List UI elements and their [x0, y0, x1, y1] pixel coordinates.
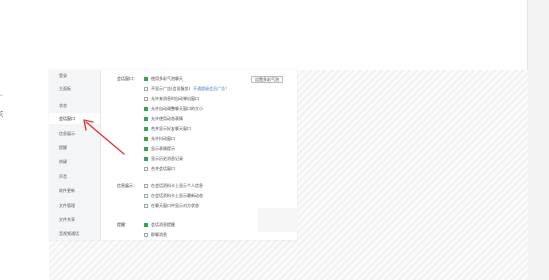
vip-link[interactable]: 开通超级会员广告？ — [193, 86, 229, 91]
page-scrollbar[interactable] — [527, 0, 549, 280]
checkbox-checked[interactable] — [144, 116, 148, 121]
option-row[interactable]: 在聊天窗口中显示对方状态 — [144, 203, 199, 209]
option-row[interactable]: 会话消息提醒 — [144, 222, 175, 228]
checkbox-checked[interactable] — [144, 76, 148, 81]
checkbox-unchecked[interactable] — [144, 183, 148, 188]
option-row[interactable]: 合并显示好友聊天窗口 — [144, 126, 191, 132]
sidebar-item-sound[interactable]: 声音 — [49, 171, 100, 182]
annotation-arrow-icon — [83, 119, 125, 155]
option-row[interactable]: 不显示广告(会员服务) 开通超级会员广告？ — [144, 86, 229, 92]
checkbox-unchecked[interactable] — [144, 203, 148, 208]
sidebar-item-file-management[interactable]: 文件管理 — [49, 200, 100, 211]
section-label-info: 信息展示： — [117, 183, 137, 188]
empty-area — [296, 70, 528, 280]
set-bubble-button[interactable]: 设置多彩气泡 — [251, 76, 283, 83]
empty-area-bottom — [49, 240, 297, 280]
option-row[interactable]: 在会话资料卡上显示最新动态 — [144, 193, 203, 199]
option-row[interactable]: 使用多彩气泡聊天 — [144, 76, 183, 82]
edge-text: ξ — [0, 111, 4, 118]
option-row[interactable]: 允许使用动态表情 — [144, 116, 183, 122]
edge-text: 、 — [0, 91, 7, 98]
checkbox-checked[interactable] — [144, 222, 148, 227]
checkbox-unchecked[interactable] — [144, 96, 148, 101]
sidebar-item-status[interactable]: 状态 — [49, 100, 100, 111]
option-row[interactable]: 允许来消息时自动弹出窗口 — [144, 96, 199, 102]
option-row[interactable]: 群聊消息 — [144, 232, 167, 238]
sidebar-item-software-update[interactable]: 软件更新 — [49, 185, 100, 196]
checkbox-checked[interactable] — [144, 136, 148, 141]
sidebar-item-login[interactable]: 登录 — [49, 70, 100, 81]
checkbox-checked[interactable] — [144, 146, 148, 151]
checkbox-checked[interactable] — [144, 156, 148, 161]
checkbox-unchecked[interactable] — [144, 232, 148, 237]
section-label-chat-window: 会话窗口： — [117, 76, 137, 81]
option-row[interactable]: 显示表情提示 — [144, 146, 175, 152]
checkbox-unchecked[interactable] — [144, 86, 148, 91]
sidebar-item-file-sharing[interactable]: 文件共享 — [49, 214, 100, 225]
option-row[interactable]: 在会话资料卡上显示个人信息 — [144, 183, 203, 189]
option-row[interactable]: 合并会话窗口 — [144, 166, 175, 172]
checkbox-unchecked[interactable] — [144, 166, 148, 171]
section-label-reminder: 提醒： — [117, 222, 129, 227]
checkbox-unchecked[interactable] — [144, 193, 148, 198]
option-row[interactable]: 允许抖动窗口 — [144, 136, 175, 142]
checkbox-checked[interactable] — [144, 106, 148, 111]
option-row[interactable]: 允许自动调整聊天窗口的大小 — [144, 106, 203, 112]
sidebar-item-av-call[interactable]: 音视频通话 — [49, 228, 100, 239]
faded-logo — [258, 208, 298, 232]
checkbox-checked[interactable] — [144, 126, 148, 131]
sidebar-item-main-panel[interactable]: 主面板 — [49, 83, 100, 94]
option-row[interactable]: 显示历史消息记录 — [144, 156, 183, 162]
